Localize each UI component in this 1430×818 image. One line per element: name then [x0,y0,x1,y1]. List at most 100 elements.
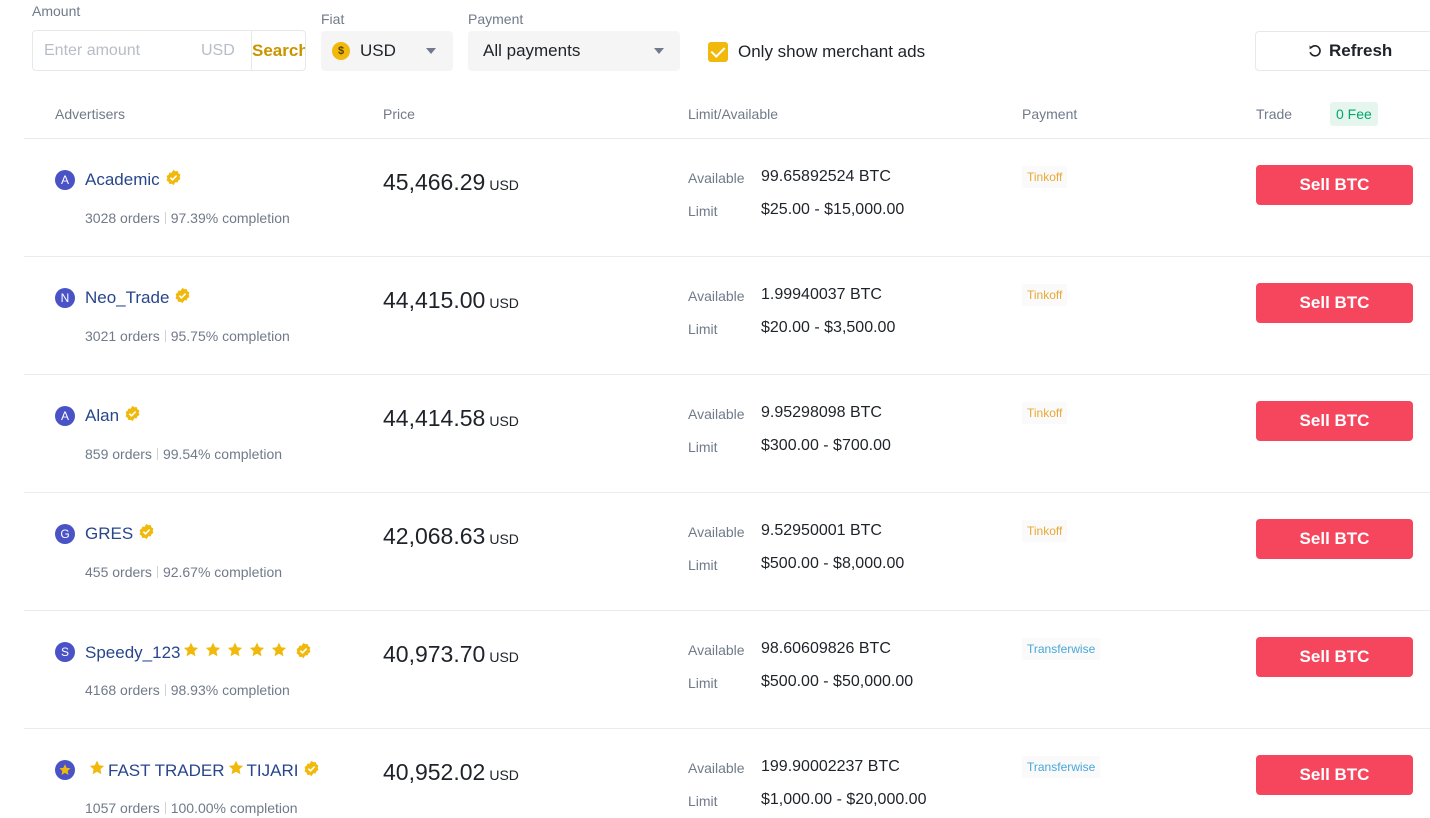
ad-price: 45,466.29 USD [383,169,519,196]
completion-rate: 95.75% completion [170,328,290,344]
merchant-only-checkbox[interactable] [708,42,728,62]
advertiser-avatar[interactable]: A [55,406,75,426]
advertiser-name[interactable]: Neo_Trade [85,288,169,308]
order-count: 859 orders [85,446,152,462]
advertiser-name-suffix[interactable]: TIJARI [247,761,299,781]
limit-key: Limit [688,557,718,573]
ad-price: 40,973.70 USD [383,641,519,668]
advertiser-stats: 455 orders 92.67% completion [85,564,282,580]
available-key: Available [688,760,745,776]
completion-rate: 100.00% completion [170,800,298,816]
advertiser-avatar[interactable]: G [55,524,75,544]
advertiser-name[interactable]: GRES [85,524,133,544]
available-value: 1.99940037 BTC [761,286,882,303]
available-key: Available [688,642,745,658]
payment-label: Payment [468,11,524,27]
advertiser-name-group: Alan [85,405,141,427]
available-value: 98.60609826 BTC [761,640,891,657]
sell-btc-button[interactable]: Sell BTC [1256,165,1413,205]
limit-value: $20.00 - $3,500.00 [761,319,896,336]
price-value: 40,952.02 [383,759,486,785]
chevron-down-icon [426,48,436,54]
sell-btc-button[interactable]: Sell BTC [1256,755,1413,795]
verified-badge-icon [303,760,320,782]
star-icon [248,641,266,664]
usd-coin-icon: $ [332,42,350,60]
sell-btc-button[interactable]: Sell BTC [1256,401,1413,441]
verified-badge-icon [138,523,155,545]
header-trade: Trade [1256,106,1293,122]
advertiser-name[interactable]: Speedy_123 [85,643,180,663]
header-price: Price [383,106,415,122]
advertiser-avatar[interactable] [55,760,75,780]
sell-btc-button[interactable]: Sell BTC [1256,519,1413,559]
payment-method-tag: Transferwise [1022,756,1101,778]
advertiser-avatar[interactable]: A [55,170,75,190]
amount-label: Amount [32,3,81,19]
order-count: 1057 orders [85,800,160,816]
search-button[interactable]: Search [251,31,305,70]
ad-price: 44,415.00 USD [383,287,519,314]
advertiser-name-group: Academic [85,169,182,191]
stats-divider [156,566,158,578]
payment-select[interactable]: All payments [468,31,680,71]
price-unit: USD [489,413,519,429]
refresh-button[interactable]: Refresh [1255,31,1430,71]
fiat-select[interactable]: $ USD [321,31,453,71]
limit-value: $300.00 - $700.00 [761,437,891,454]
fiat-label: Fiat [321,11,345,27]
price-value: 45,466.29 [383,169,486,195]
payment-method-tag: Transferwise [1022,638,1101,660]
header-payment: Payment [1022,106,1078,122]
limit-key: Limit [688,675,718,691]
fiat-value: USD [360,41,396,60]
advertiser-name-group: Speedy_123 [85,641,312,664]
payment-method-tag: Tinkoff [1022,402,1068,424]
available-value: 99.65892524 BTC [761,168,891,185]
price-unit: USD [489,295,519,311]
star-icon [227,759,245,782]
table-row: FAST TRADER TIJARI 1057 orders 100.00% comp… [0,729,1430,818]
refresh-label: Refresh [1329,41,1393,60]
price-value: 44,414.58 [383,405,486,431]
completion-rate: 98.93% completion [170,682,290,698]
available-key: Available [688,170,745,186]
sell-btc-button[interactable]: Sell BTC [1256,637,1413,677]
advertiser-name[interactable]: Academic [85,170,160,190]
table-row: A Academic 3028 orders 97.39% completion 45,… [0,139,1430,257]
price-unit: USD [489,531,519,547]
advertiser-avatar[interactable]: N [55,288,75,308]
limit-value: $25.00 - $15,000.00 [761,201,905,218]
star-icon [88,759,106,782]
advertiser-stats: 3021 orders 95.75% completion [85,328,290,344]
merchant-only-label[interactable]: Only show merchant ads [738,42,925,62]
price-unit: USD [489,649,519,665]
completion-rate: 99.54% completion [162,446,283,462]
limit-value: $500.00 - $50,000.00 [761,673,914,690]
table-row: S Speedy_123 4168 orders 98.93% completion 4… [0,611,1430,729]
refresh-icon [1309,45,1321,57]
payment-method-tag: Tinkoff [1022,520,1068,542]
table-row: N Neo_Trade 3021 orders 95.75% completion 44… [0,257,1430,375]
completion-rate: 97.39% completion [170,210,290,226]
sell-btc-button[interactable]: Sell BTC [1256,283,1413,323]
stats-divider [164,802,166,814]
advertiser-name[interactable]: Alan [85,406,119,426]
star-icon [226,641,244,664]
zero-fee-badge: 0 Fee [1330,102,1378,126]
header-advertisers: Advertisers [55,106,126,122]
available-key: Available [688,406,745,422]
ad-price: 40,952.02 USD [383,759,519,786]
chevron-down-icon [654,48,664,54]
star-icon [182,641,200,664]
price-unit: USD [489,177,519,193]
advertiser-name[interactable]: FAST TRADER [108,761,225,781]
verified-badge-icon [165,169,182,191]
price-unit: USD [489,767,519,783]
verified-badge-icon [295,642,312,664]
advertiser-avatar[interactable]: S [55,642,75,662]
completion-rate: 92.67% completion [162,564,283,580]
available-key: Available [688,288,745,304]
advertiser-name-group: GRES [85,523,155,545]
advertiser-stats: 1057 orders 100.00% completion [85,800,298,816]
